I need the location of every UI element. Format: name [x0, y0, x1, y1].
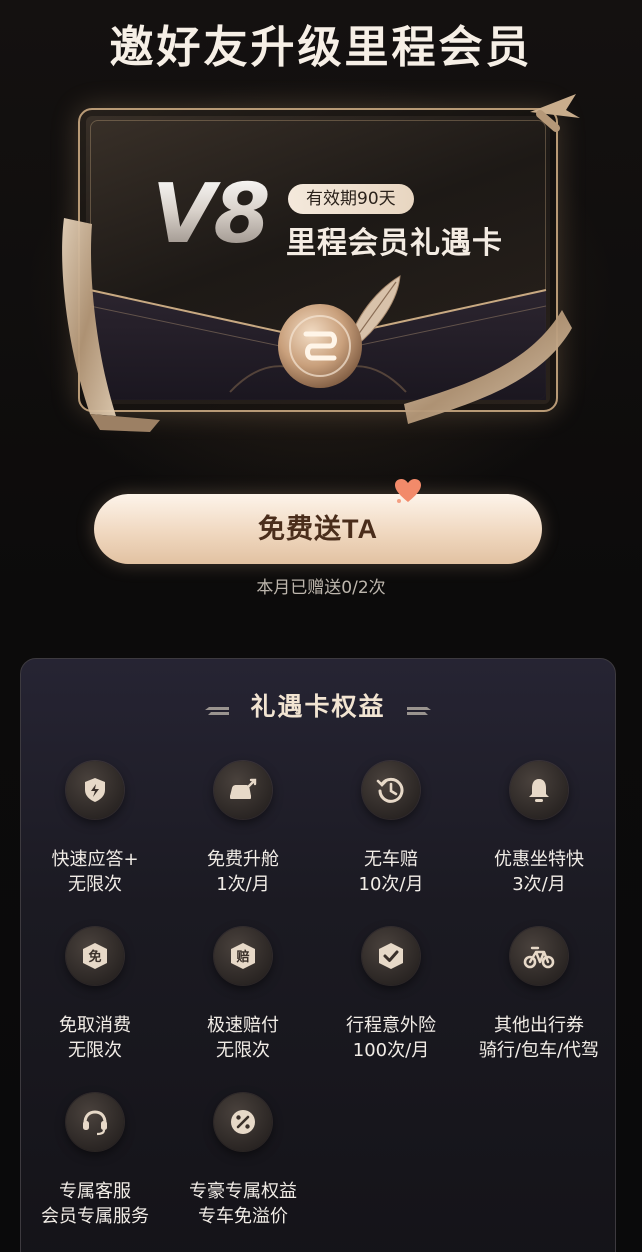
gift-count-text: 本月已赠送0/2次	[256, 578, 386, 598]
benefit-item[interactable]: 无车赔 10次/月	[317, 761, 465, 897]
benefit-item[interactable]: 优惠坐特快 3次/月	[465, 761, 613, 897]
history-clock-icon	[362, 761, 420, 819]
right-wing-icon	[406, 706, 431, 715]
discount-icon	[214, 1093, 272, 1151]
benefit-name: 快速应答+	[51, 849, 139, 870]
heart-icon	[395, 479, 421, 503]
benefit-name: 免取消费	[59, 1015, 131, 1036]
benefit-name: 无车赔	[364, 849, 418, 870]
page: 邀好友升级里程会员 ✦ ✦ ✦ ✦	[0, 0, 642, 1252]
benefit-name: 优惠坐特快	[494, 849, 584, 870]
benefit-detail: 10次/月	[358, 874, 424, 895]
gift-free-button[interactable]: 免费送TA	[94, 494, 542, 564]
compensation-badge-icon: 赔	[214, 927, 272, 985]
benefits-title-row: 礼遇卡权益	[21, 689, 615, 725]
svg-text:赔: 赔	[235, 949, 249, 965]
benefit-item[interactable]: 快速应答+ 无限次	[21, 761, 169, 897]
benefit-item[interactable]: 免 免取消费 无限次	[21, 927, 169, 1063]
benefit-detail: 1次/月	[216, 874, 270, 895]
benefit-item[interactable]: 其他出行券 骑行/包车/代驾	[465, 927, 613, 1063]
benefit-detail: 无限次	[68, 1040, 122, 1061]
free-badge-icon: 免	[66, 927, 124, 985]
benefit-detail: 无限次	[216, 1040, 270, 1061]
left-wing-icon	[205, 706, 230, 715]
benefit-name: 其他出行券	[494, 1015, 584, 1036]
check-shield-icon	[362, 927, 420, 985]
gift-free-button-label: 免费送TA	[258, 514, 378, 544]
card-name: 里程会员礼遇卡	[286, 226, 503, 261]
validity-badge: 有效期90天	[288, 184, 414, 214]
benefit-item[interactable]: 专属客服 会员专属服务	[21, 1093, 169, 1229]
lightning-shield-icon	[66, 761, 124, 819]
benefit-name: 行程意外险	[346, 1015, 436, 1036]
benefits-title: 礼遇卡权益	[250, 692, 386, 721]
benefit-item[interactable]: 行程意外险 100次/月	[317, 927, 465, 1063]
benefits-panel: 礼遇卡权益 快速应答+ 无限次 免费升舱 1次/月 无车赔 10次/月 优惠坐特…	[20, 658, 616, 1252]
benefit-detail: 骑行/包车/代驾	[478, 1040, 600, 1061]
benefit-detail: 3次/月	[512, 874, 566, 895]
benefit-item[interactable]: 专豪专属权益 专车免溢价	[169, 1093, 317, 1229]
benefit-detail: 100次/月	[352, 1040, 430, 1061]
membership-card-area: ✦ ✦ ✦ ✦	[0, 84, 642, 454]
vip-level: V8	[152, 167, 271, 262]
benefit-name: 专豪专属权益	[189, 1181, 297, 1202]
benefit-item[interactable]: 赔 极速赔付 无限次	[169, 927, 317, 1063]
benefit-detail: 专车免溢价	[198, 1206, 288, 1227]
benefit-name: 极速赔付	[207, 1015, 279, 1036]
headset-icon	[66, 1093, 124, 1151]
benefit-name: 免费升舱	[207, 849, 279, 870]
benefit-detail: 无限次	[68, 874, 122, 895]
svg-text:免: 免	[88, 949, 101, 965]
membership-card: V8 有效期90天 里程会员礼遇卡	[78, 108, 558, 412]
benefit-name: 专属客服	[59, 1181, 131, 1202]
benefit-item[interactable]: 免费升舱 1次/月	[169, 761, 317, 897]
bell-icon	[510, 761, 568, 819]
car-upgrade-icon	[214, 761, 272, 819]
benefit-detail: 会员专属服务	[41, 1206, 149, 1227]
bike-icon	[510, 927, 568, 985]
page-title: 邀好友升级里程会员	[109, 22, 533, 73]
